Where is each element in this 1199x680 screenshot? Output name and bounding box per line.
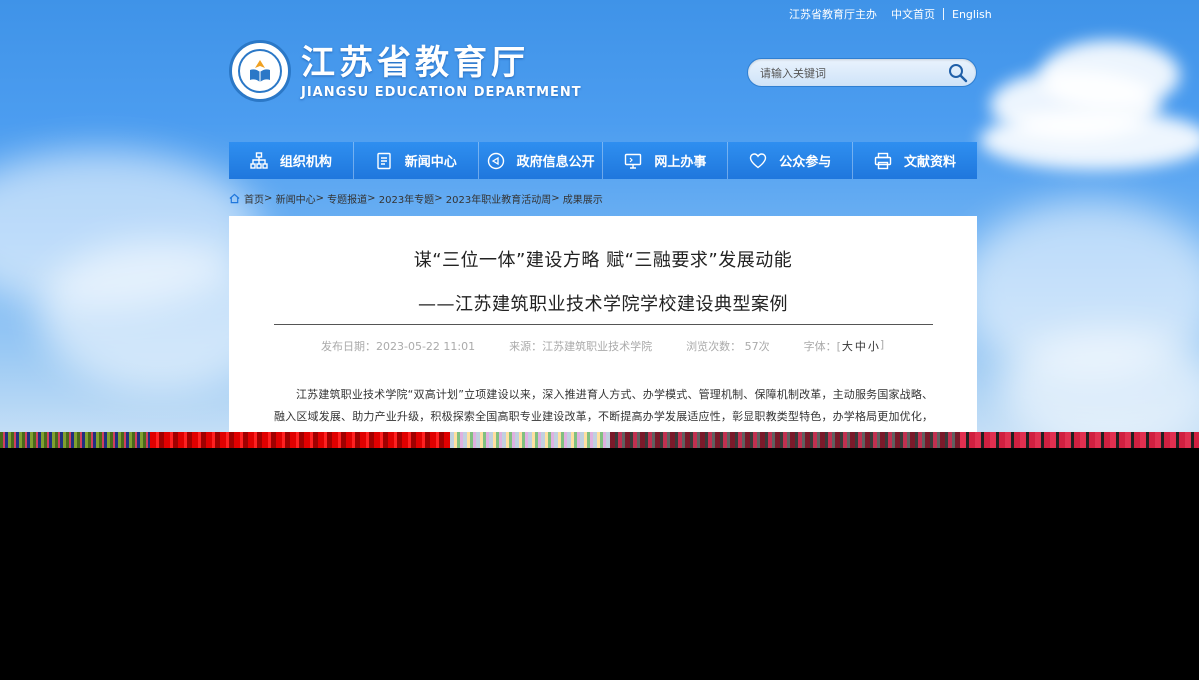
- cloud-decoration: [1040, 40, 1180, 110]
- megaphone-icon: [487, 152, 504, 169]
- org-chart-icon: [250, 151, 268, 169]
- breadcrumb-separator: >: [315, 193, 324, 204]
- nav-item-gov-info[interactable]: 政府信息公开: [479, 142, 604, 179]
- font-small-button[interactable]: 小: [867, 338, 880, 354]
- breadcrumb: 首页 > 新闻中心 > 专题报道 > 2023年专题 > 2023年职业教育活动…: [229, 191, 603, 206]
- main-nav: 组织机构 新闻中心 政府信息公开 网上办事 公众参与 文献资料: [229, 142, 977, 179]
- breadcrumb-item-home[interactable]: 首页: [244, 191, 264, 206]
- search-input[interactable]: [760, 64, 940, 82]
- divider: [943, 8, 944, 20]
- english-link[interactable]: English: [952, 8, 992, 21]
- publish-date: 发布日期：2023-05-22 11:01: [321, 340, 476, 353]
- nav-item-news[interactable]: 新闻中心: [354, 142, 479, 179]
- article-card: 谋“三位一体”建设方略 赋“三融要求”发展动能 ——江苏建筑职业技术学院学校建设…: [229, 216, 977, 440]
- render-glitch-band: [0, 432, 1199, 448]
- nav-item-documents[interactable]: 文献资料: [853, 142, 977, 179]
- article-subtitle: ——江苏建筑职业技术学院学校建设典型案例: [418, 294, 788, 315]
- article-meta: 发布日期：2023-05-22 11:01 来源：江苏建筑职业技术学院 浏览次数…: [321, 338, 884, 354]
- nav-item-online-service[interactable]: 网上办事: [603, 142, 729, 179]
- top-utility-bar: 江苏省教育厅主办 中文首页 English: [789, 6, 992, 22]
- printer-icon: [874, 152, 892, 169]
- nav-label: 公众参与: [779, 155, 832, 170]
- breadcrumb-item-2023-topic[interactable]: 2023年专题: [379, 191, 434, 206]
- logo-name-cn: 江苏省教育厅: [301, 42, 529, 83]
- nav-label: 组织机构: [279, 155, 332, 170]
- article-source: 来源：江苏建筑职业技术学院: [509, 340, 653, 353]
- breadcrumb-separator: >: [367, 193, 376, 204]
- nav-label: 文献资料: [904, 155, 957, 170]
- document-icon: [377, 152, 391, 169]
- home-icon: [229, 193, 240, 204]
- host-text: 江苏省教育厅主办: [789, 8, 877, 21]
- nav-label: 新闻中心: [404, 155, 457, 170]
- font-size-bracket: ]: [879, 338, 885, 351]
- breadcrumb-item-news[interactable]: 新闻中心: [276, 191, 316, 206]
- breadcrumb-separator: >: [434, 193, 443, 204]
- font-medium-button[interactable]: 中: [854, 338, 867, 354]
- breadcrumb-item-special-report[interactable]: 专题报道: [327, 191, 367, 206]
- article-title: 谋“三位一体”建设方略 赋“三融要求”发展动能: [413, 250, 793, 271]
- view-count: 浏览次数： 57次: [686, 340, 770, 353]
- monitor-icon: [625, 153, 642, 169]
- chinese-home-link[interactable]: 中文首页: [891, 6, 935, 22]
- breadcrumb-separator: >: [551, 193, 560, 204]
- search-box: [747, 58, 977, 87]
- cloud-decoration: [980, 110, 1199, 170]
- nav-item-organization[interactable]: 组织机构: [229, 142, 354, 179]
- emblem-icon: [229, 40, 291, 102]
- page-screen: 江苏省教育厅主办 中文首页 English 江苏省教育厅 JIANGSU EDU…: [0, 0, 1199, 440]
- nav-label: 政府信息公开: [516, 155, 595, 170]
- site-logo[interactable]: 江苏省教育厅 JIANGSU EDUCATION DEPARTMENT: [229, 40, 582, 102]
- title-divider: [274, 324, 933, 325]
- logo-name-en: JIANGSU EDUCATION DEPARTMENT: [301, 84, 582, 100]
- search-icon[interactable]: [948, 63, 968, 83]
- nav-item-public-participation[interactable]: 公众参与: [728, 142, 854, 179]
- breadcrumb-item-achievements[interactable]: 成果展示: [563, 191, 603, 206]
- heart-icon: [750, 152, 767, 168]
- font-size-label: 字体：[: [803, 340, 841, 353]
- font-large-button[interactable]: 大: [841, 338, 854, 354]
- breadcrumb-item-vocational-week[interactable]: 2023年职业教育活动周: [446, 191, 551, 206]
- nav-label: 网上办事: [654, 155, 707, 170]
- breadcrumb-separator: >: [264, 193, 273, 204]
